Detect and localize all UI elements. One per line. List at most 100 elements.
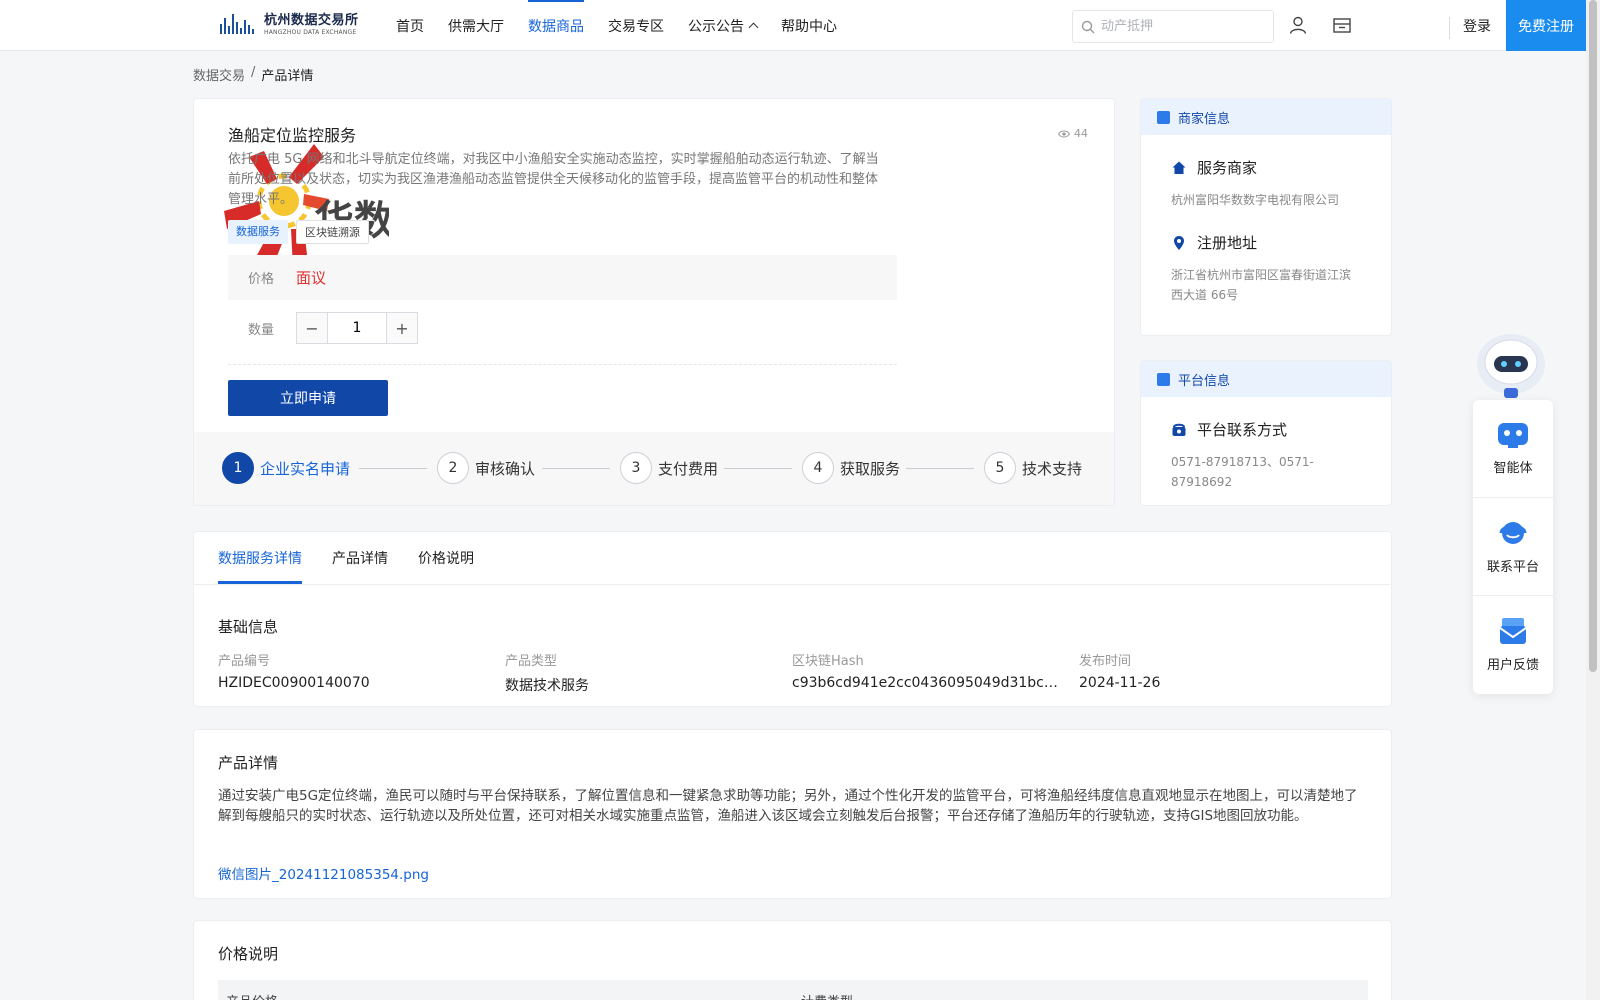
col-billing-type: 计费类型 xyxy=(793,991,853,1000)
logo-name: 杭州数据交易所 xyxy=(264,13,359,28)
nav-announcements-label: 公示公告 xyxy=(688,18,744,35)
field-label: 产品类型 xyxy=(505,654,558,669)
logo-english: HANGZHOU DATA EXCHANGE xyxy=(264,29,357,36)
breadcrumb-current: 产品详情 xyxy=(261,69,314,84)
platform-info-icon xyxy=(1157,372,1170,386)
step-label: 支付费用 xyxy=(658,459,719,478)
merchant-info-card: 商家信息 服务商家 杭州富阳华数数字电视有限公司 注册地址 浙江省杭州市富阳区富… xyxy=(1140,98,1392,336)
logo-bars-icon xyxy=(220,12,258,38)
register-button[interactable]: 免费注册 xyxy=(1506,0,1586,51)
step-number: 5 xyxy=(984,452,1016,484)
chevron-up-icon xyxy=(748,22,759,33)
basic-info-grid: 产品编号 HZIDEC00900140070 产品类型 数据技术服务 区块链Ha… xyxy=(218,650,1368,695)
breadcrumb-root[interactable]: 数据交易 xyxy=(193,65,245,84)
step-number: 4 xyxy=(802,452,834,484)
location-pin-icon xyxy=(1174,235,1184,250)
nav-help-center[interactable]: 帮助中心 xyxy=(769,0,849,51)
scrollbar-thumb[interactable] xyxy=(1589,0,1597,672)
registered-address-value: 浙江省杭州市富阳区富春街道江滨西大道 66号 xyxy=(1171,268,1352,302)
step-number: 3 xyxy=(620,452,652,484)
feedback-mail-icon xyxy=(1499,617,1527,644)
product-title: 渔船定位监控服务 xyxy=(228,126,357,145)
nav-announcements[interactable]: 公示公告 xyxy=(676,0,769,51)
step-1: 1 企业实名申请 xyxy=(222,452,350,484)
quantity-label: 数量 xyxy=(248,322,275,338)
field-label: 区块链Hash xyxy=(792,654,864,669)
increment-button[interactable]: + xyxy=(387,313,417,343)
price-label: 价格 xyxy=(248,272,275,287)
ai-agent-icon xyxy=(1498,423,1528,448)
price-info-title: 价格说明 xyxy=(218,945,279,963)
user-feedback-button[interactable]: 用户反馈 xyxy=(1473,595,1553,692)
search-input[interactable] xyxy=(1101,19,1261,34)
step-2: 2 审核确认 xyxy=(437,452,535,484)
step-3: 3 支付费用 xyxy=(620,452,718,484)
main-nav: 首页 供需大厅 数据商品 交易专区 公示公告 帮助中心 xyxy=(384,0,849,51)
field-value: 数据技术服务 xyxy=(505,678,589,694)
step-5: 5 技术支持 xyxy=(984,452,1082,484)
platform-info-card: 平台信息 平台联系方式 0571-87918713、0571-87918692 xyxy=(1140,360,1392,506)
process-steps: 1 企业实名申请 2 审核确认 3 支付费用 4 获取服务 5 技术支持 xyxy=(194,432,1114,505)
header-divider xyxy=(1449,17,1450,39)
tag-data-service: 数据服务 xyxy=(228,220,288,244)
top-navbar: 杭州数据交易所 HANGZHOU DATA EXCHANGE 首页 供需大厅 数… xyxy=(0,0,1586,51)
nav-home[interactable]: 首页 xyxy=(384,0,436,51)
price-info-card: 价格说明 产品价格 计费类型 xyxy=(193,920,1392,1000)
field-value: 2024-11-26 xyxy=(1079,675,1161,691)
price-row: 价格 面议 xyxy=(228,255,897,300)
floating-assistant-panel: 智能体 联系平台 用户反馈 xyxy=(1473,400,1553,694)
user-feedback-label: 用户反馈 xyxy=(1486,657,1539,673)
contact-platform-button[interactable]: 联系平台 xyxy=(1473,497,1553,594)
basic-info-title: 基础信息 xyxy=(218,618,279,636)
step-label: 企业实名申请 xyxy=(260,459,351,478)
ai-agent-label: 智能体 xyxy=(1493,461,1533,476)
col-product-price: 产品价格 xyxy=(218,991,793,1000)
step-number: 1 xyxy=(222,452,254,484)
eye-icon xyxy=(1058,130,1070,137)
step-connector xyxy=(542,468,610,469)
step-number: 2 xyxy=(437,452,469,484)
service-merchant-value: 杭州富阳华数数字电视有限公司 xyxy=(1171,193,1340,207)
field-label: 发布时间 xyxy=(1079,654,1132,669)
decrement-button[interactable]: − xyxy=(297,313,327,343)
nav-data-products[interactable]: 数据商品 xyxy=(516,0,596,51)
breadcrumb: 数据交易 / 产品详情 xyxy=(193,65,313,84)
platform-info-header: 平台信息 xyxy=(1141,361,1391,397)
merchant-info-header: 商家信息 xyxy=(1141,99,1391,135)
step-connector xyxy=(906,468,974,469)
headset-icon xyxy=(1499,521,1527,544)
step-label: 审核确认 xyxy=(475,459,536,478)
nav-trade-zone[interactable]: 交易专区 xyxy=(596,0,676,51)
user-icon[interactable] xyxy=(1288,15,1308,35)
product-description: 依托广电 5G 网络和北斗导航定位终端，对我区中小渔船安全实施动态监控，实时掌握… xyxy=(228,152,879,207)
merchant-info-title: 商家信息 xyxy=(1178,111,1231,127)
tab-product-details[interactable]: 产品详情 xyxy=(332,532,388,584)
tab-price-info[interactable]: 价格说明 xyxy=(418,532,474,584)
step-4: 4 获取服务 xyxy=(802,452,900,484)
nav-supply-demand[interactable]: 供需大厅 xyxy=(436,0,516,51)
detail-tabs-card: 数据服务详情 产品详情 价格说明 基础信息 产品编号 HZIDEC0090014… xyxy=(193,531,1393,707)
quantity-input[interactable] xyxy=(327,313,387,343)
divider xyxy=(228,364,897,365)
tab-data-service-details[interactable]: 数据服务详情 xyxy=(218,532,302,584)
apply-now-button[interactable]: 立即申请 xyxy=(228,380,388,416)
step-label: 获取服务 xyxy=(840,459,901,478)
phone-icon xyxy=(1172,423,1186,436)
detail-tabs: 数据服务详情 产品详情 价格说明 xyxy=(218,532,474,584)
field-value: c93b6cd941e2cc0436095049d31bcd1fa1... xyxy=(792,675,1062,691)
site-logo[interactable]: 杭州数据交易所 HANGZHOU DATA EXCHANGE xyxy=(220,11,360,39)
field-publish-date: 发布时间 2024-11-26 xyxy=(1079,650,1366,695)
robot-assistant-icon[interactable] xyxy=(1470,326,1552,401)
field-label: 产品编号 xyxy=(218,654,271,669)
tag-blockchain: 区块链溯源 xyxy=(296,220,369,244)
attachment-link[interactable]: 微信图片_20241121085354.png xyxy=(218,863,429,883)
price-table-header: 产品价格 计费类型 xyxy=(218,980,1368,1000)
ai-agent-button[interactable]: 智能体 xyxy=(1473,400,1553,497)
search-box xyxy=(1072,10,1274,43)
platform-contact-value: 0571-87918713、0571-87918692 xyxy=(1171,455,1314,489)
page-scrollbar[interactable] xyxy=(1586,0,1600,1000)
platform-info-title: 平台信息 xyxy=(1178,373,1231,389)
breadcrumb-separator: / xyxy=(251,65,256,80)
login-link[interactable]: 登录 xyxy=(1463,16,1491,36)
store-icon[interactable] xyxy=(1332,15,1352,35)
